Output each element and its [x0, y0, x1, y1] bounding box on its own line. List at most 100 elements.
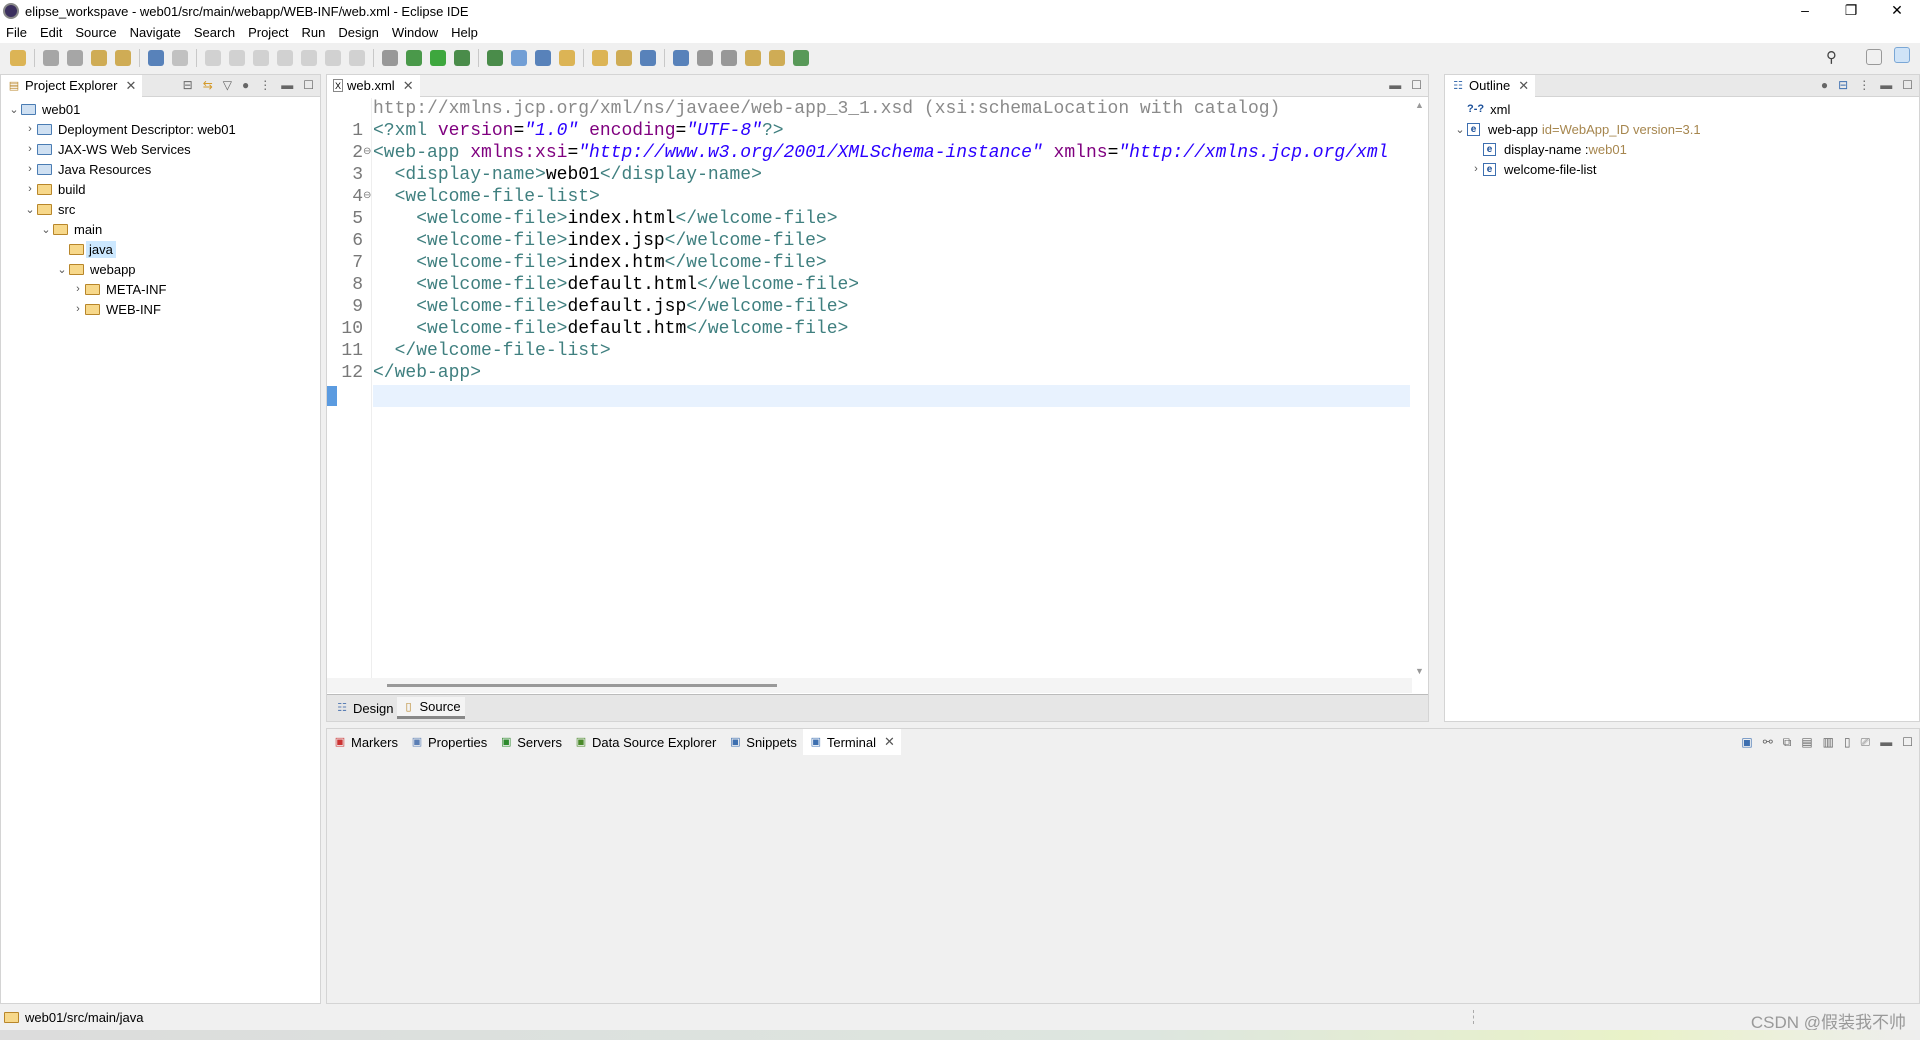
- close-icon[interactable]: ✕: [1518, 78, 1529, 94]
- fold-icon[interactable]: ⊖: [363, 146, 371, 157]
- debug-icon[interactable]: [406, 49, 422, 66]
- external-tools-icon[interactable]: [487, 49, 503, 66]
- menu-source[interactable]: Source: [75, 25, 116, 40]
- code-line[interactable]: </web-app>: [373, 362, 481, 384]
- menu-navigate[interactable]: Navigate: [130, 25, 181, 40]
- source-area[interactable]: http://xmlns.jcp.org/xml/ns/javaee/web-a…: [327, 98, 1428, 678]
- chevron-right-icon[interactable]: ›: [71, 283, 85, 295]
- tree-item[interactable]: › build: [23, 179, 85, 199]
- outline-item[interactable]: e display-name : web01: [1469, 139, 1627, 159]
- code-line[interactable]: <welcome-file>default.htm</welcome-file>: [373, 318, 848, 340]
- step-return-icon[interactable]: [349, 49, 365, 66]
- collapse-all-icon[interactable]: ⊟: [1838, 78, 1848, 92]
- tree-item[interactable]: › Java Resources: [23, 159, 151, 179]
- copy-icon[interactable]: ⧉: [1783, 735, 1792, 750]
- tab-source[interactable]: ▯ Source: [397, 697, 465, 719]
- chevron-down-icon[interactable]: ⌄: [7, 103, 21, 116]
- minimize-icon[interactable]: ▬: [281, 78, 293, 92]
- close-button[interactable]: ✕: [1874, 0, 1920, 22]
- tab-markers[interactable]: ▣ Markers: [327, 729, 404, 755]
- vertical-scrollbar[interactable]: ▲ ▼: [1412, 98, 1426, 678]
- restore-button[interactable]: ❐: [1828, 0, 1874, 22]
- horizontal-scrollbar[interactable]: [327, 678, 1412, 693]
- search-icon[interactable]: ⚲: [1826, 48, 1837, 66]
- tree-item[interactable]: › META-INF: [71, 279, 166, 299]
- publish-icon[interactable]: [673, 49, 689, 66]
- filter-icon[interactable]: ▽: [223, 78, 232, 92]
- outline-item[interactable]: ?-? xml: [1453, 99, 1514, 119]
- back-icon[interactable]: [745, 49, 761, 66]
- chevron-right-icon[interactable]: ›: [23, 163, 37, 175]
- tree-item[interactable]: › Deployment Descriptor: web01: [23, 119, 236, 139]
- scroll-thumb[interactable]: [387, 684, 777, 687]
- minimize-icon[interactable]: ▬: [1880, 78, 1892, 92]
- forward-icon[interactable]: [769, 49, 785, 66]
- minimize-icon[interactable]: ▬: [1389, 78, 1401, 92]
- code-line[interactable]: <display-name>web01</display-name>: [373, 164, 762, 186]
- focus-icon[interactable]: ●: [242, 78, 249, 92]
- fold-icon[interactable]: ⊖: [363, 190, 371, 201]
- code-line[interactable]: <?xml version="1.0" encoding="UTF-8"?>: [373, 120, 784, 142]
- step-over-icon[interactable]: [325, 49, 341, 66]
- terminal-icon[interactable]: [148, 49, 164, 66]
- tab-snippets[interactable]: ▣ Snippets: [722, 729, 803, 755]
- chevron-right-icon[interactable]: ›: [71, 303, 85, 315]
- tree-item[interactable]: › JAX-WS Web Services: [23, 139, 191, 159]
- chevron-down-icon[interactable]: ⌄: [55, 263, 69, 276]
- terminate-icon[interactable]: [253, 49, 269, 66]
- collapse-all-icon[interactable]: ⊟: [183, 78, 193, 92]
- menu-help[interactable]: Help: [451, 25, 478, 40]
- chevron-icon[interactable]: ›: [1469, 163, 1483, 175]
- coverage-icon[interactable]: [454, 49, 470, 66]
- step-into-icon[interactable]: [301, 49, 317, 66]
- globe-icon[interactable]: [640, 49, 656, 66]
- chevron-down-icon[interactable]: ⌄: [39, 223, 53, 236]
- open-folder-icon[interactable]: [559, 49, 575, 66]
- menu-file[interactable]: File: [6, 25, 27, 40]
- tree-item[interactable]: ⌄ webapp: [55, 259, 135, 279]
- open-resource-icon[interactable]: [115, 49, 131, 66]
- close-icon[interactable]: ✕: [403, 78, 414, 94]
- open-task-icon[interactable]: [592, 49, 608, 66]
- tree-item[interactable]: ⌄ src: [23, 199, 75, 219]
- new-server-icon[interactable]: [511, 49, 527, 66]
- java-ee-perspective-icon[interactable]: [1894, 47, 1910, 63]
- disconnect-icon[interactable]: ⚯: [1763, 735, 1773, 750]
- tab-outline[interactable]: ☷ Outline ✕: [1445, 74, 1536, 97]
- use-step-filters-icon[interactable]: [382, 49, 398, 66]
- new-class-icon[interactable]: [535, 49, 551, 66]
- close-icon[interactable]: ✕: [884, 734, 895, 750]
- chevron-icon[interactable]: ⌄: [1453, 123, 1467, 136]
- view-menu-icon[interactable]: ⋮: [1858, 78, 1870, 92]
- tree-item[interactable]: java: [55, 239, 116, 259]
- paste-icon[interactable]: ▤: [1801, 735, 1812, 750]
- chevron-right-icon[interactable]: ›: [23, 123, 37, 135]
- run-icon[interactable]: [430, 49, 446, 66]
- open-perspective-icon[interactable]: [1866, 49, 1882, 65]
- chevron-down-icon[interactable]: ⌄: [23, 203, 37, 216]
- tab-properties[interactable]: ▣ Properties: [404, 729, 493, 755]
- maximize-icon[interactable]: ☐: [1411, 78, 1422, 92]
- prev-annotation-icon[interactable]: [721, 49, 737, 66]
- new-icon[interactable]: [10, 49, 26, 66]
- link-editor-icon[interactable]: ⇆: [203, 78, 213, 92]
- code-line[interactable]: <welcome-file>index.html</welcome-file>: [373, 208, 837, 230]
- tab-terminal[interactable]: ▣ Terminal ✕: [802, 729, 901, 755]
- menu-project[interactable]: Project: [248, 25, 288, 40]
- focus-icon[interactable]: ●: [1821, 78, 1828, 92]
- resume-icon[interactable]: [205, 49, 221, 66]
- view-menu-icon[interactable]: ⋮: [259, 78, 271, 92]
- search-web-icon[interactable]: [616, 49, 632, 66]
- save-icon[interactable]: [43, 49, 59, 66]
- tree-item[interactable]: ⌄ main: [39, 219, 102, 239]
- scroll-lock-icon[interactable]: ▥: [1823, 735, 1834, 750]
- suspend-icon[interactable]: [229, 49, 245, 66]
- display-selected-icon[interactable]: ▣: [1741, 735, 1752, 750]
- chevron-right-icon[interactable]: ›: [23, 183, 37, 195]
- outline-item[interactable]: ⌄ e web-app id=WebApp_ID version=3.1: [1453, 119, 1700, 139]
- tree-item[interactable]: ⌄ web01: [7, 99, 80, 119]
- new-terminal-icon[interactable]: ⎚: [1861, 735, 1871, 750]
- clear-icon[interactable]: ▯: [1844, 735, 1851, 750]
- tab-project-explorer[interactable]: ▤ Project Explorer ✕: [1, 74, 143, 97]
- code-line[interactable]: </welcome-file-list>: [373, 340, 611, 362]
